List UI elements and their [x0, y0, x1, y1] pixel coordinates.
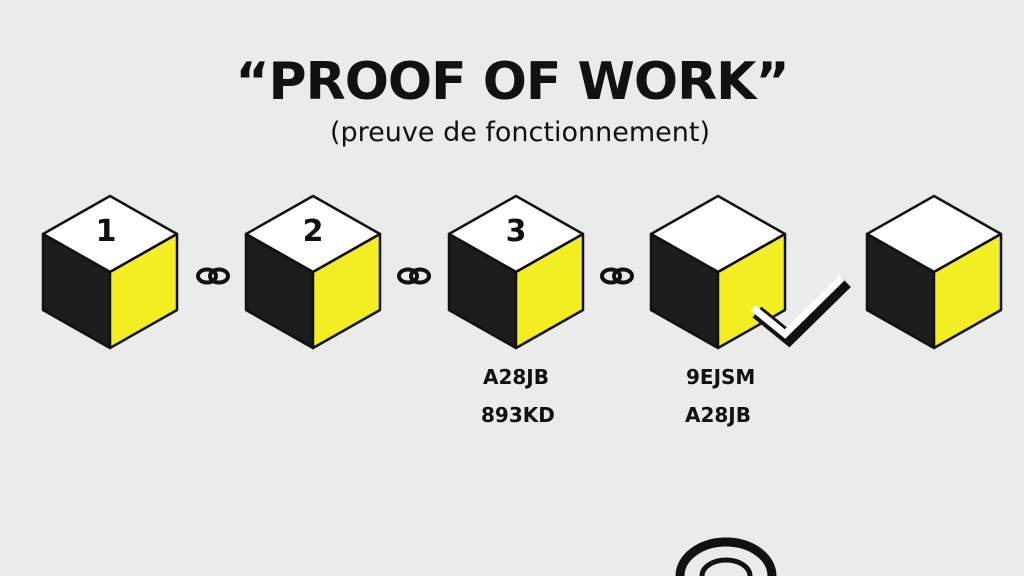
hash-label-block-4-line-1: 9EJSM	[686, 365, 755, 389]
block-number-3: 3	[506, 214, 527, 249]
block-cube-3: 3	[447, 194, 585, 350]
proof-of-work-slide: “PROOF OF WORK” (preuve de fonctionnemen…	[0, 0, 1024, 576]
blockchain-diagram: 1 2 3 A28JB 893KD 9EJSM A28JB	[41, 194, 1003, 576]
block-cube-1: 1	[41, 194, 179, 350]
block-number-2: 2	[303, 214, 324, 249]
chain-link-icon	[600, 267, 634, 285]
block-number-1: 1	[96, 214, 117, 249]
hash-label-block-3-line-1: A28JB	[483, 365, 549, 389]
circle-icon	[675, 537, 777, 576]
block-cube-5	[865, 194, 1003, 350]
chain-link-icon	[397, 267, 431, 285]
block-cube-2: 2	[244, 194, 382, 350]
hash-label-block-4-line-2: A28JB	[685, 403, 751, 427]
hash-label-block-3-line-2: 893KD	[481, 403, 555, 427]
chain-link-icon	[196, 267, 230, 285]
